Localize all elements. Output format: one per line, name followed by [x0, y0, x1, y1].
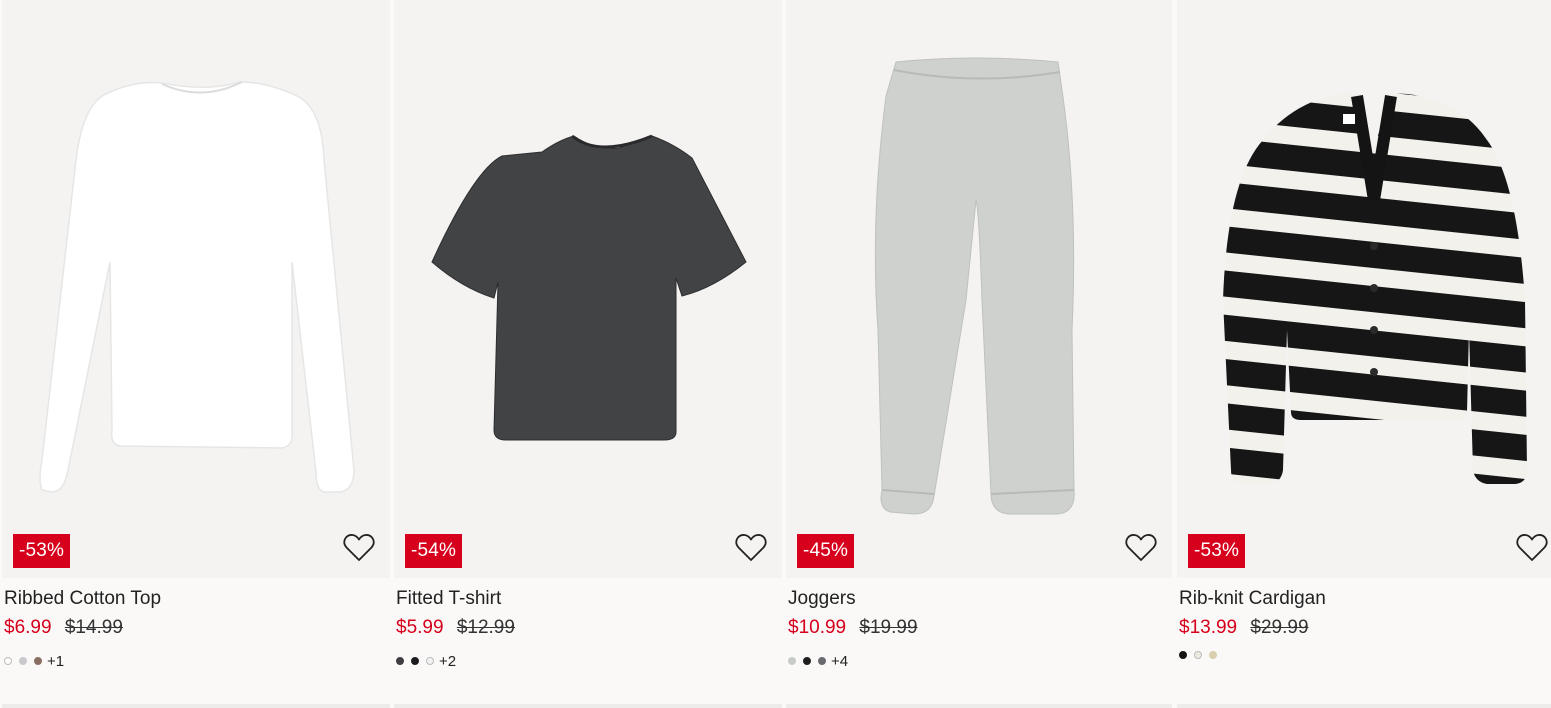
color-swatches: +1 [4, 652, 64, 670]
sale-price: $13.99 [1179, 617, 1238, 638]
favorite-heart-icon[interactable] [734, 532, 768, 564]
next-row-image-edge [1177, 704, 1551, 708]
product-title[interactable]: Rib-knit Cardigan [1179, 588, 1326, 610]
discount-badge: -53% [13, 534, 71, 568]
product-card: -53% Ribbed Cotton Top $6.99 $14.99 +1 [2, 0, 390, 708]
product-title[interactable]: Joggers [788, 588, 856, 610]
color-swatch[interactable] [788, 657, 796, 665]
price-row: $6.99 $14.99 [4, 617, 123, 639]
favorite-heart-icon[interactable] [342, 532, 376, 564]
favorite-heart-icon[interactable] [1124, 532, 1158, 564]
product-grid: -53% Ribbed Cotton Top $6.99 $14.99 +1 -… [0, 0, 1551, 708]
color-swatches: +4 [788, 652, 848, 670]
sale-price: $10.99 [788, 617, 847, 638]
more-colors-count[interactable]: +2 [439, 653, 456, 670]
more-colors-count[interactable]: +1 [47, 653, 64, 670]
price-row: $10.99 $19.99 [788, 617, 918, 639]
color-swatch[interactable] [34, 657, 42, 665]
color-swatch[interactable] [426, 657, 434, 665]
product-image[interactable]: -53% [2, 0, 390, 578]
discount-badge: -54% [405, 534, 463, 568]
product-image[interactable]: -54% [394, 0, 782, 578]
color-swatches: +2 [396, 652, 456, 670]
next-row-image-edge [2, 704, 390, 708]
favorite-heart-icon[interactable] [1515, 532, 1549, 564]
color-swatch[interactable] [1194, 651, 1202, 659]
more-colors-count[interactable]: +4 [831, 653, 848, 670]
original-price: $29.99 [1250, 617, 1309, 638]
discount-badge: -53% [1188, 534, 1246, 568]
color-swatch[interactable] [818, 657, 826, 665]
color-swatch[interactable] [1209, 651, 1217, 659]
product-card: -53% Rib-knit Cardigan $13.99 $29.99 [1177, 0, 1551, 708]
discount-badge: -45% [797, 534, 855, 568]
color-swatch[interactable] [1179, 651, 1187, 659]
color-swatch[interactable] [411, 657, 419, 665]
price-row: $5.99 $12.99 [396, 617, 515, 639]
price-row: $13.99 $29.99 [1179, 617, 1309, 639]
original-price: $12.99 [456, 617, 515, 638]
striped-cardigan-image [1223, 93, 1527, 484]
sale-price: $6.99 [4, 617, 52, 638]
product-title[interactable]: Fitted T-shirt [396, 588, 501, 610]
white-top-image [39, 81, 355, 493]
color-swatch[interactable] [19, 657, 27, 665]
color-swatch[interactable] [803, 657, 811, 665]
product-title[interactable]: Ribbed Cotton Top [4, 588, 161, 610]
sale-price: $5.99 [396, 617, 444, 638]
original-price: $19.99 [859, 617, 918, 638]
product-card: -45% Joggers $10.99 $19.99 +4 [786, 0, 1172, 708]
product-image[interactable]: -45% [786, 0, 1172, 578]
next-row-image-edge [786, 704, 1172, 708]
color-swatch[interactable] [396, 657, 404, 665]
gray-joggers-image [874, 57, 1075, 515]
gray-tshirt-image [431, 134, 747, 441]
original-price: $14.99 [64, 617, 123, 638]
product-image[interactable]: -53% [1177, 0, 1551, 578]
color-swatches [1179, 646, 1224, 664]
color-swatch[interactable] [4, 657, 12, 665]
next-row-image-edge [394, 704, 782, 708]
product-card: -54% Fitted T-shirt $5.99 $12.99 +2 [394, 0, 782, 708]
